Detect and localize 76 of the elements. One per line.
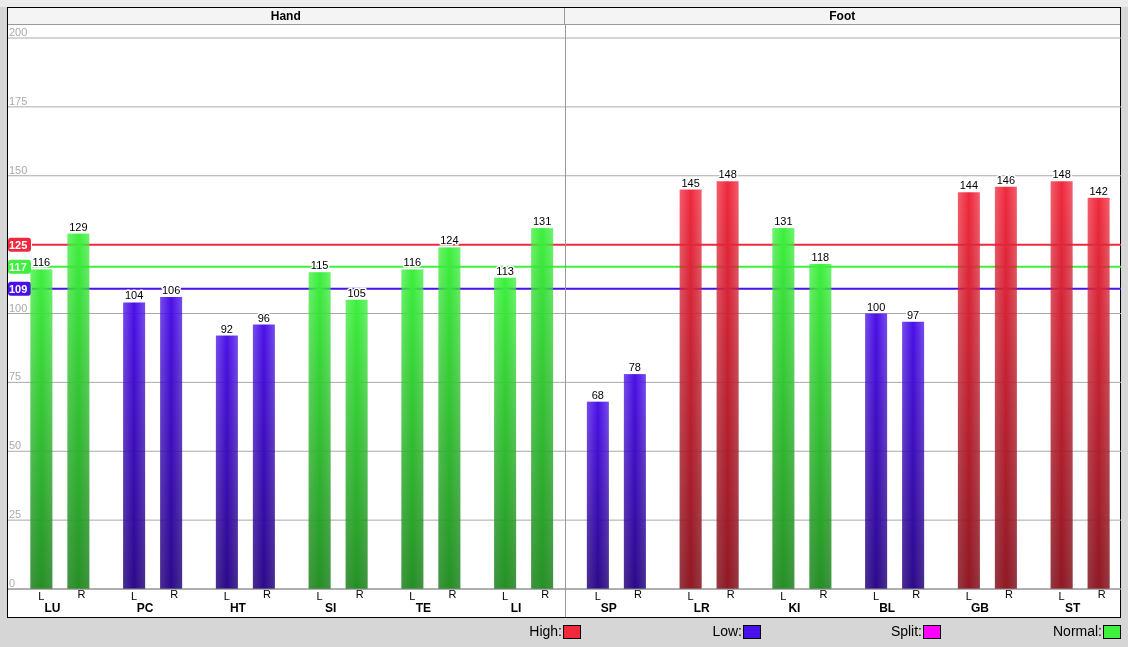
- side-label: R: [1004, 588, 1013, 600]
- category-label: ST: [1064, 601, 1081, 615]
- y-tick-label: 25: [9, 508, 22, 521]
- y-tick-label: 75: [9, 370, 22, 383]
- category-label: SP: [600, 601, 617, 615]
- side-label: L: [687, 590, 694, 602]
- legend-label: Low:: [712, 622, 742, 641]
- side-label: R: [1097, 588, 1106, 600]
- category-label: HT: [229, 601, 246, 615]
- y-tick-label: 100: [9, 301, 28, 314]
- category-label: LU: [44, 601, 61, 615]
- value-label: 116: [403, 256, 422, 269]
- value-label: 78: [628, 361, 641, 374]
- value-label: 142: [1089, 184, 1108, 197]
- value-label: 148: [1052, 168, 1071, 181]
- value-label: 113: [496, 264, 514, 277]
- side-label: L: [780, 590, 787, 602]
- reference-badge: 109: [8, 281, 31, 296]
- side-label: R: [819, 588, 828, 600]
- side-label: R: [726, 588, 735, 600]
- legend-label: Normal:: [1053, 622, 1102, 641]
- value-label: 118: [811, 250, 830, 263]
- legend-label: High:: [529, 622, 562, 641]
- side-label: R: [448, 588, 457, 600]
- value-label: 131: [774, 215, 793, 228]
- side-label: L: [873, 590, 880, 602]
- value-label: 100: [866, 300, 886, 313]
- value-label: 124: [440, 234, 459, 247]
- side-label: L: [316, 590, 323, 602]
- category-label: BL: [879, 601, 896, 615]
- side-label: R: [912, 588, 921, 600]
- value-label: 146: [996, 173, 1016, 186]
- legend-label: Split:: [890, 622, 922, 641]
- value-label: 104: [124, 289, 144, 302]
- side-label: L: [409, 590, 416, 602]
- section-header: Hand: [270, 10, 301, 22]
- y-tick-label: 150: [9, 163, 28, 176]
- y-tick-label: 50: [9, 439, 22, 452]
- value-label: 96: [257, 311, 270, 324]
- side-label: L: [223, 590, 230, 602]
- category-label: KI: [788, 601, 801, 615]
- y-tick-label: 175: [9, 94, 28, 107]
- value-label: 144: [959, 179, 979, 192]
- category-label: LR: [693, 601, 710, 615]
- category-label: SI: [324, 601, 337, 615]
- value-label: 68: [591, 388, 604, 401]
- side-label: L: [965, 590, 972, 602]
- category-label: LI: [510, 601, 522, 615]
- reference-badge: 117: [8, 259, 31, 274]
- side-label: R: [355, 588, 364, 600]
- category-label: GB: [970, 601, 989, 615]
- y-tick-label: 0: [9, 577, 16, 589]
- value-label: 131: [532, 215, 552, 228]
- side-label: R: [633, 588, 642, 600]
- value-label: 129: [69, 220, 88, 233]
- side-label: R: [77, 588, 86, 600]
- ref-line-label: 117: [9, 260, 27, 273]
- side-label: L: [502, 590, 509, 602]
- y-tick-label: 200: [9, 26, 28, 38]
- value-label: 116: [32, 256, 51, 269]
- category-label: PC: [136, 601, 154, 615]
- value-label: 145: [681, 176, 700, 189]
- category-label: TE: [415, 601, 432, 615]
- value-label: 105: [347, 286, 366, 299]
- side-label: L: [1058, 590, 1065, 602]
- value-label: 97: [907, 308, 920, 321]
- section-header: Foot: [829, 10, 856, 22]
- side-label: R: [262, 588, 271, 600]
- side-label: L: [594, 590, 601, 602]
- value-label: 92: [220, 322, 233, 335]
- side-label: L: [38, 590, 45, 602]
- side-label: L: [131, 590, 138, 602]
- side-label: R: [170, 588, 179, 600]
- side-label: R: [541, 588, 550, 600]
- reference-badge: 125: [8, 237, 31, 252]
- value-label: 148: [718, 168, 737, 181]
